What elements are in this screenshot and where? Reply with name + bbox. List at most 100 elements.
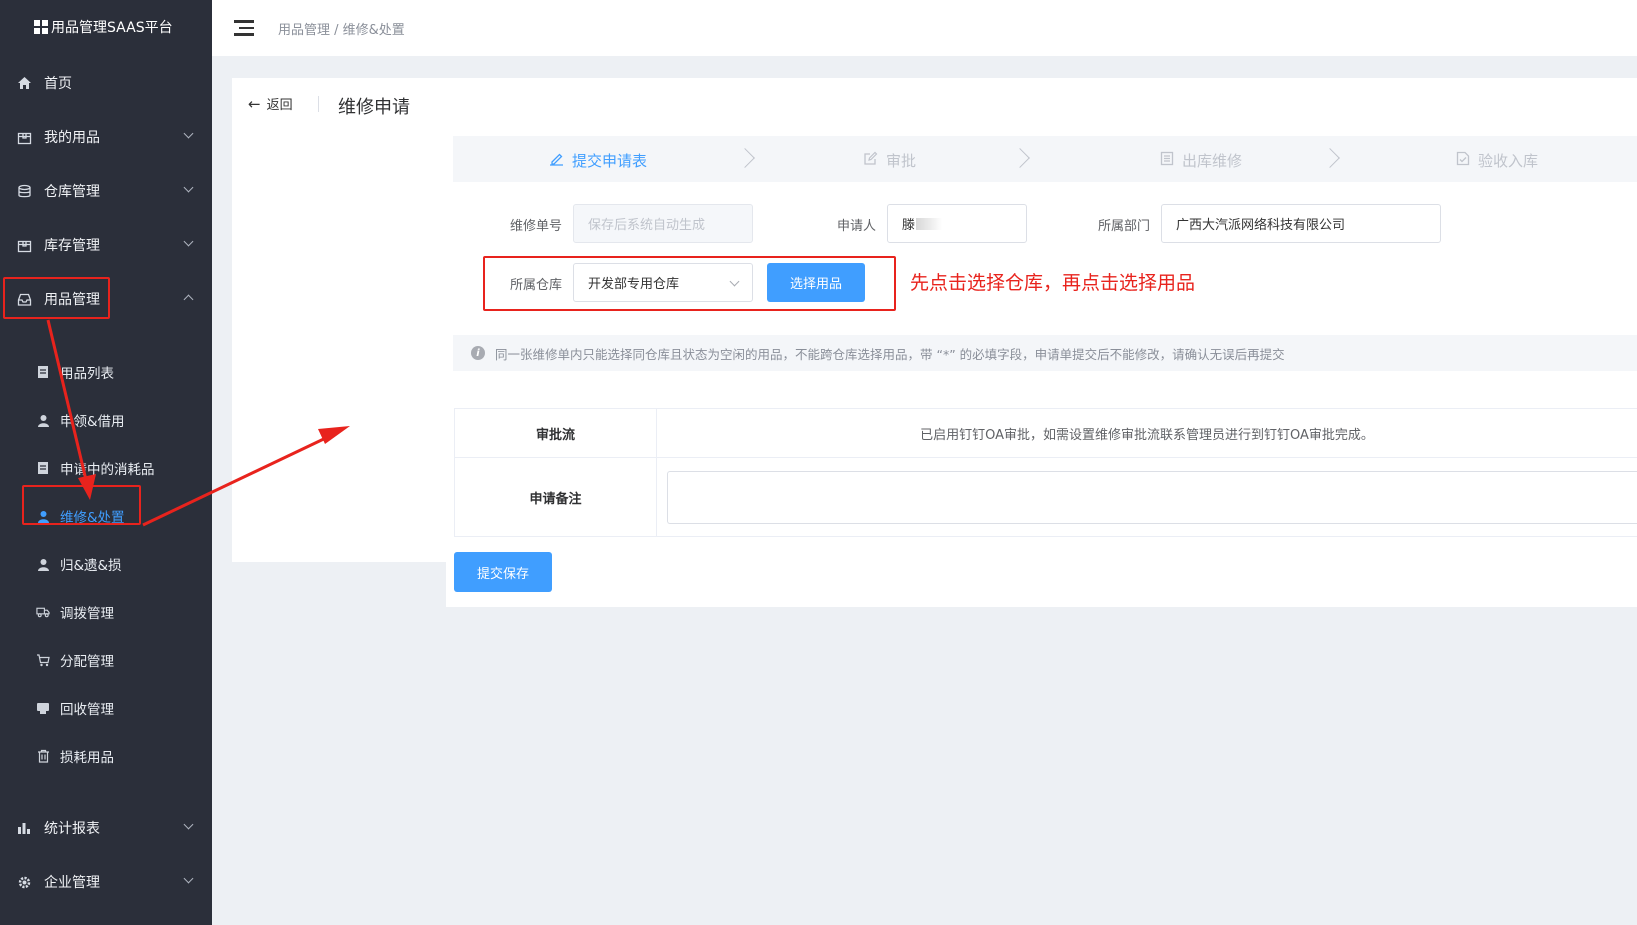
chevron-down-icon	[183, 819, 194, 830]
edit-square-icon	[863, 151, 878, 170]
brand: 用品管理SAAS平台	[0, 0, 212, 54]
breadcrumb: 用品管理 / 维修&处置	[278, 22, 405, 38]
chevron-right-icon	[1320, 148, 1340, 168]
sidebar-item-home[interactable]: 首页	[0, 63, 212, 103]
cart-icon	[36, 653, 50, 667]
step-label: 审批	[886, 152, 917, 170]
sidebar-item-label: 企业管理	[44, 875, 100, 891]
select-goods-button[interactable]: 选择用品	[767, 263, 865, 302]
sidebar-subitem-label: 损耗用品	[60, 750, 114, 766]
department-field[interactable]: 广西大汽派网络科技有限公司	[1161, 204, 1441, 243]
sidebar-subitem-worn-goods[interactable]: 损耗用品	[0, 736, 212, 776]
info-icon: i	[471, 346, 485, 360]
sidebar-subitem-label: 用品列表	[60, 366, 114, 382]
content-card-footer	[446, 562, 1637, 607]
step-acceptance: 验收入库	[1456, 150, 1538, 171]
chevron-up-icon	[183, 294, 194, 305]
sidebar-subitem-claim-borrow[interactable]: 申领&借用	[0, 400, 212, 440]
submit-save-button[interactable]: 提交保存	[454, 552, 552, 592]
home-icon	[16, 75, 32, 91]
top-bar: 用品管理 / 维修&处置	[212, 0, 1637, 56]
repair-no-placeholder: 保存后系统自动生成	[588, 218, 706, 233]
repair-no-field: 保存后系统自动生成	[573, 204, 753, 243]
recycle-icon	[36, 701, 50, 715]
step-label: 验收入库	[1478, 152, 1539, 170]
approval-flow-label: 审批流	[455, 409, 657, 457]
applicant-field[interactable]: 滕	[887, 204, 1027, 243]
chevron-down-icon	[729, 276, 740, 287]
sidebar-subitem-goods-list[interactable]: 用品列表	[0, 352, 212, 392]
chevron-down-icon	[183, 236, 194, 247]
step-approval: 审批	[863, 150, 916, 171]
remark-textarea[interactable]	[667, 471, 1637, 524]
sidebar-item-inventory[interactable]: 库存管理	[0, 225, 212, 265]
sidebar-item-label: 统计报表	[44, 821, 100, 837]
sidebar-subitem-allocation[interactable]: 分配管理	[0, 640, 212, 680]
sidebar-subitem-label: 回收管理	[60, 702, 114, 718]
trash-icon	[36, 749, 50, 763]
warehouse-label: 所属仓库	[509, 278, 562, 293]
applicant-label: 申请人	[836, 219, 876, 234]
highlight-box-repair-disposal	[22, 485, 141, 525]
user-icon	[36, 557, 50, 571]
notice-text: 同一张维修单内只能选择同仓库且状态为空闲的用品，不能跨仓库选择用品，带 “*” …	[495, 346, 1285, 362]
sidebar-subitem-label: 分配管理	[60, 654, 114, 670]
chevron-down-icon	[183, 182, 194, 193]
sidebar-item-label: 仓库管理	[44, 184, 100, 200]
table-row: 审批流 已启用钉钉OA审批，如需设置维修审批流联系管理员进行到钉钉OA审批完成。	[455, 409, 1637, 458]
back-button[interactable]: ← 返回	[248, 94, 293, 114]
brand-title: 用品管理SAAS平台	[51, 20, 173, 36]
redacted-name	[916, 217, 943, 230]
menu-toggle-icon[interactable]	[234, 20, 254, 36]
sidebar-subitem-return-lost-damaged[interactable]: 归&遗&损	[0, 544, 212, 584]
divider	[318, 96, 319, 112]
step-submit-form: 提交申请表	[549, 150, 647, 171]
bar-chart-icon	[16, 820, 32, 836]
sidebar-subitem-transfer[interactable]: 调拨管理	[0, 592, 212, 632]
arrow-left-icon: ←	[248, 94, 261, 113]
sidebar-item-label: 首页	[44, 76, 72, 92]
chevron-down-icon	[183, 873, 194, 884]
file-check-icon	[1456, 151, 1470, 170]
sidebar-item-label: 库存管理	[44, 238, 100, 254]
repair-no-label: 维修单号	[509, 219, 562, 234]
chevron-down-icon	[183, 128, 194, 139]
steps-bar: 提交申请表 审批 出库维修 验收入库	[453, 136, 1637, 182]
page-title: 维修申请	[338, 97, 410, 118]
sidebar-item-my-goods[interactable]: 我的用品	[0, 117, 212, 157]
chevron-right-icon	[735, 148, 755, 168]
sidebar-subitem-label: 申领&借用	[60, 414, 125, 430]
step-outbound-repair: 出库维修	[1160, 150, 1242, 171]
applicant-value: 滕	[902, 218, 916, 233]
sidebar-subitem-label: 申请中的消耗品	[60, 462, 155, 478]
warehouse-select[interactable]: 开发部专用仓库	[573, 263, 753, 302]
department-value: 广西大汽派网络科技有限公司	[1176, 218, 1346, 233]
gear-icon	[16, 874, 32, 890]
chevron-right-icon	[1010, 148, 1030, 168]
box-icon	[16, 129, 32, 145]
step-label: 提交申请表	[572, 152, 648, 170]
document-icon	[36, 461, 50, 475]
grid-logo-icon	[34, 20, 48, 34]
sidebar-item-warehouse[interactable]: 仓库管理	[0, 171, 212, 211]
approval-flow-text: 已启用钉钉OA审批，如需设置维修审批流联系管理员进行到钉钉OA审批完成。	[920, 427, 1374, 443]
document-icon	[36, 365, 50, 379]
sidebar-subitem-label: 调拨管理	[60, 606, 114, 622]
remark-label: 申请备注	[455, 458, 657, 536]
sidebar-subitem-pending-consumables[interactable]: 申请中的消耗品	[0, 448, 212, 488]
department-label: 所属部门	[1097, 219, 1150, 234]
step-label: 出库维修	[1182, 152, 1243, 170]
annotation-text: 先点击选择仓库，再点击选择用品	[910, 272, 1196, 294]
warehouse-value: 开发部专用仓库	[588, 277, 680, 292]
highlight-box-goods-management	[3, 277, 110, 319]
sidebar-item-label: 我的用品	[44, 130, 100, 146]
list-icon	[1160, 151, 1174, 170]
edit-icon	[549, 151, 564, 170]
sidebar-subitem-recycle[interactable]: 回收管理	[0, 688, 212, 728]
sidebar: 用品管理SAAS平台 首页 我的用品 仓库管理 库存管理 用品管理 用品列表 申…	[0, 0, 212, 925]
database-icon	[16, 183, 32, 199]
sidebar-item-enterprise[interactable]: 企业管理	[0, 862, 212, 902]
sidebar-item-statistics[interactable]: 统计报表	[0, 808, 212, 848]
box-icon	[16, 237, 32, 253]
truck-icon	[36, 605, 50, 619]
